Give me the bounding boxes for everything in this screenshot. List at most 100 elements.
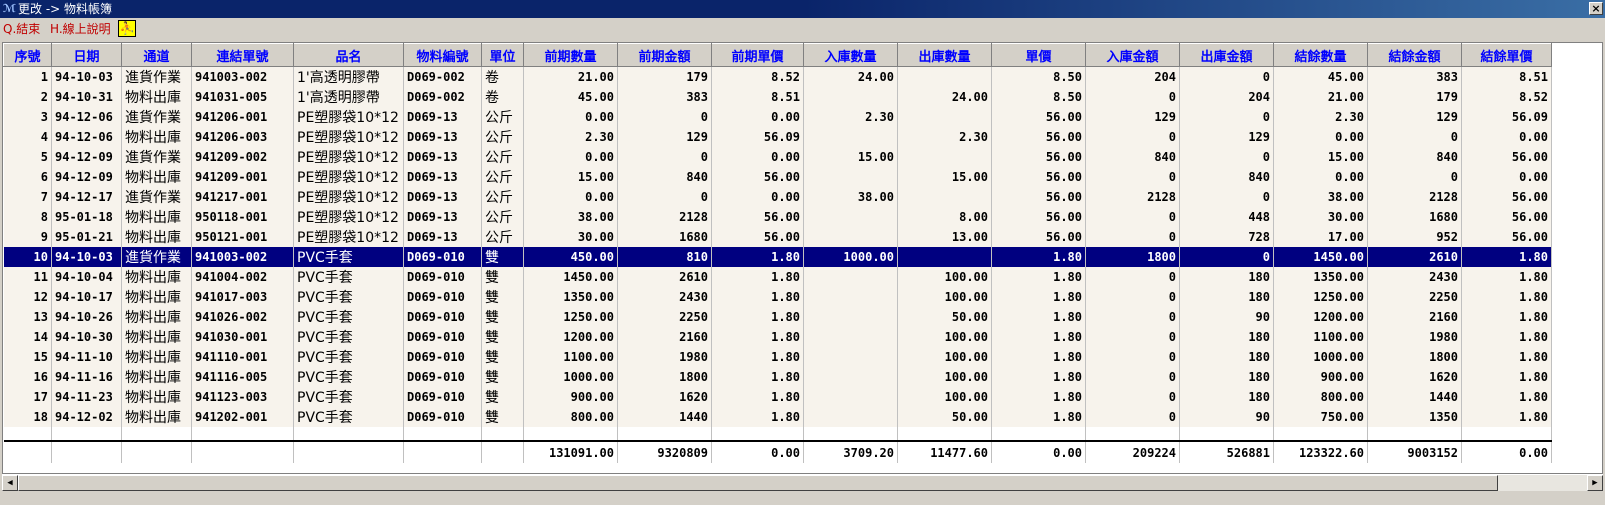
cell-in-qty[interactable]: 2.30 (803, 107, 898, 127)
cell-in-qty[interactable] (803, 347, 898, 367)
table-row[interactable]: 17 94-11-23 物料出庫 941123-003 PVC手套 D069-010 雙 90… (3, 387, 1552, 407)
cell-seq[interactable]: 15 (3, 347, 52, 367)
cell-link-no[interactable]: 941116-005 (191, 367, 294, 387)
cell-in-qty[interactable] (803, 307, 898, 327)
cell-item-code[interactable]: D069-13 (403, 207, 482, 227)
cell-date[interactable]: 94-10-30 (51, 327, 122, 347)
cell-prev-amount[interactable]: 1620 (617, 387, 712, 407)
cell-bal-amount[interactable]: 2610 (1367, 247, 1462, 267)
cell-prev-amount[interactable]: 1440 (617, 407, 712, 427)
cell-item-code[interactable]: D069-010 (403, 347, 482, 367)
cell-unit-price[interactable]: 1.80 (991, 287, 1086, 307)
cell-bal-qty[interactable]: 0.00 (1273, 167, 1368, 187)
cell-bal-amount[interactable]: 952 (1367, 227, 1462, 247)
cell-out-qty[interactable]: 15.00 (897, 167, 992, 187)
column-header-prev-qty[interactable]: 前期數量 (523, 43, 618, 67)
column-header-channel[interactable]: 通道 (121, 43, 192, 67)
cell-bal-price[interactable]: 0.00 (1461, 440, 1552, 463)
cell-item-name[interactable]: PVC手套 (293, 367, 404, 387)
cell-in-amount[interactable]: 0 (1085, 407, 1180, 427)
cell-unit-price[interactable]: 8.50 (991, 87, 1086, 107)
scroll-left-arrow-icon[interactable]: ◀ (2, 475, 18, 491)
cell-item-name[interactable]: PE塑膠袋10*12 (293, 227, 404, 247)
cell-channel[interactable] (121, 440, 192, 463)
cell-unit-price[interactable]: 56.00 (991, 127, 1086, 147)
cell-prev-amount[interactable]: 810 (617, 247, 712, 267)
cell-prev-qty[interactable]: 131091.00 (523, 440, 618, 463)
cell-out-qty[interactable] (897, 247, 992, 267)
cell-bal-qty[interactable]: 17.00 (1273, 227, 1368, 247)
cell-in-amount[interactable]: 0 (1085, 227, 1180, 247)
cell-prev-price[interactable]: 1.80 (711, 407, 804, 427)
cell-in-amount[interactable]: 129 (1085, 107, 1180, 127)
cell-item-code[interactable]: D069-13 (403, 227, 482, 247)
cell-in-qty[interactable] (803, 287, 898, 307)
cell-link-no[interactable]: 941206-003 (191, 127, 294, 147)
cell-bal-amount[interactable]: 1980 (1367, 327, 1462, 347)
cell-seq[interactable]: 9 (3, 227, 52, 247)
cell-prev-price[interactable]: 1.80 (711, 307, 804, 327)
cell-prev-price[interactable]: 0.00 (711, 147, 804, 167)
cell-prev-qty[interactable]: 21.00 (523, 66, 618, 87)
cell-unit[interactable]: 雙 (481, 247, 524, 267)
cell-unit-price[interactable]: 56.00 (991, 207, 1086, 227)
menu-item-online-help[interactable]: H.線上說明 (50, 21, 111, 37)
cell-prev-price[interactable]: 56.00 (711, 167, 804, 187)
cell-in-amount[interactable]: 0 (1085, 167, 1180, 187)
cell-prev-qty[interactable]: 45.00 (523, 87, 618, 107)
table-row[interactable]: 6 94-12-09 物料出庫 941209-001 PE塑膠袋10*12 D069-13… (3, 167, 1552, 187)
cell-unit[interactable]: 雙 (481, 387, 524, 407)
cell-out-qty[interactable]: 13.00 (897, 227, 992, 247)
cell-in-qty[interactable]: 1000.00 (803, 247, 898, 267)
cell-unit-price[interactable]: 1.80 (991, 367, 1086, 387)
cell-unit[interactable]: 公斤 (481, 147, 524, 167)
cell-prev-qty[interactable]: 2.30 (523, 127, 618, 147)
cell-bal-qty[interactable]: 21.00 (1273, 87, 1368, 107)
cell-bal-amount[interactable]: 1620 (1367, 367, 1462, 387)
cell-bal-qty[interactable]: 1200.00 (1273, 307, 1368, 327)
cell-bal-price[interactable]: 1.80 (1461, 287, 1552, 307)
cell-in-qty[interactable] (803, 87, 898, 107)
cell-item-code[interactable]: D069-010 (403, 407, 482, 427)
cell-unit-price[interactable]: 1.80 (991, 327, 1086, 347)
cell-out-amount[interactable]: 0 (1179, 107, 1274, 127)
cell-prev-amount[interactable]: 129 (617, 127, 712, 147)
cell-bal-qty[interactable]: 15.00 (1273, 147, 1368, 167)
cell-out-qty[interactable] (897, 147, 992, 167)
cell-item-code[interactable]: D069-13 (403, 147, 482, 167)
cell-out-amount[interactable]: 180 (1179, 267, 1274, 287)
cell-prev-price[interactable]: 0.00 (711, 440, 804, 463)
cell-unit[interactable]: 卷 (481, 66, 524, 87)
cell-in-qty[interactable] (803, 367, 898, 387)
cell-date[interactable]: 94-11-23 (51, 387, 122, 407)
cell-unit[interactable] (481, 440, 524, 463)
cell-link-no[interactable]: 941026-002 (191, 307, 294, 327)
cell-item-name[interactable]: PVC手套 (293, 407, 404, 427)
cell-item-code[interactable]: D069-13 (403, 167, 482, 187)
cell-item-name[interactable]: PE塑膠袋10*12 (293, 207, 404, 227)
cell-prev-qty[interactable]: 1250.00 (523, 307, 618, 327)
cell-out-amount[interactable]: 180 (1179, 387, 1274, 407)
cell-unit[interactable]: 雙 (481, 367, 524, 387)
cell-prev-amount[interactable]: 383 (617, 87, 712, 107)
cell-out-amount[interactable]: 840 (1179, 167, 1274, 187)
cell-in-amount[interactable]: 204 (1085, 66, 1180, 87)
cell-out-amount[interactable]: 180 (1179, 367, 1274, 387)
cell-prev-qty[interactable]: 1350.00 (523, 287, 618, 307)
cell-out-amount[interactable]: 180 (1179, 287, 1274, 307)
table-row[interactable]: 16 94-11-16 物料出庫 941116-005 PVC手套 D069-010 雙 10… (3, 367, 1552, 387)
cell-in-qty[interactable]: 38.00 (803, 187, 898, 207)
cell-unit-price[interactable]: 56.00 (991, 187, 1086, 207)
cell-in-qty[interactable] (803, 207, 898, 227)
cell-prev-qty[interactable]: 1100.00 (523, 347, 618, 367)
cell-prev-amount[interactable]: 840 (617, 167, 712, 187)
cell-in-amount[interactable]: 0 (1085, 287, 1180, 307)
menu-item-exit[interactable]: Q.結束 (3, 21, 40, 37)
cell-channel[interactable]: 物料出庫 (121, 267, 192, 287)
cell-bal-price[interactable]: 1.80 (1461, 347, 1552, 367)
cell-bal-amount[interactable]: 179 (1367, 87, 1462, 107)
cell-out-amount[interactable]: 0 (1179, 247, 1274, 267)
cell-prev-amount[interactable]: 179 (617, 66, 712, 87)
cell-link-no[interactable]: 941004-002 (191, 267, 294, 287)
table-row[interactable]: 13 94-10-26 物料出庫 941026-002 PVC手套 D069-010 雙 12… (3, 307, 1552, 327)
